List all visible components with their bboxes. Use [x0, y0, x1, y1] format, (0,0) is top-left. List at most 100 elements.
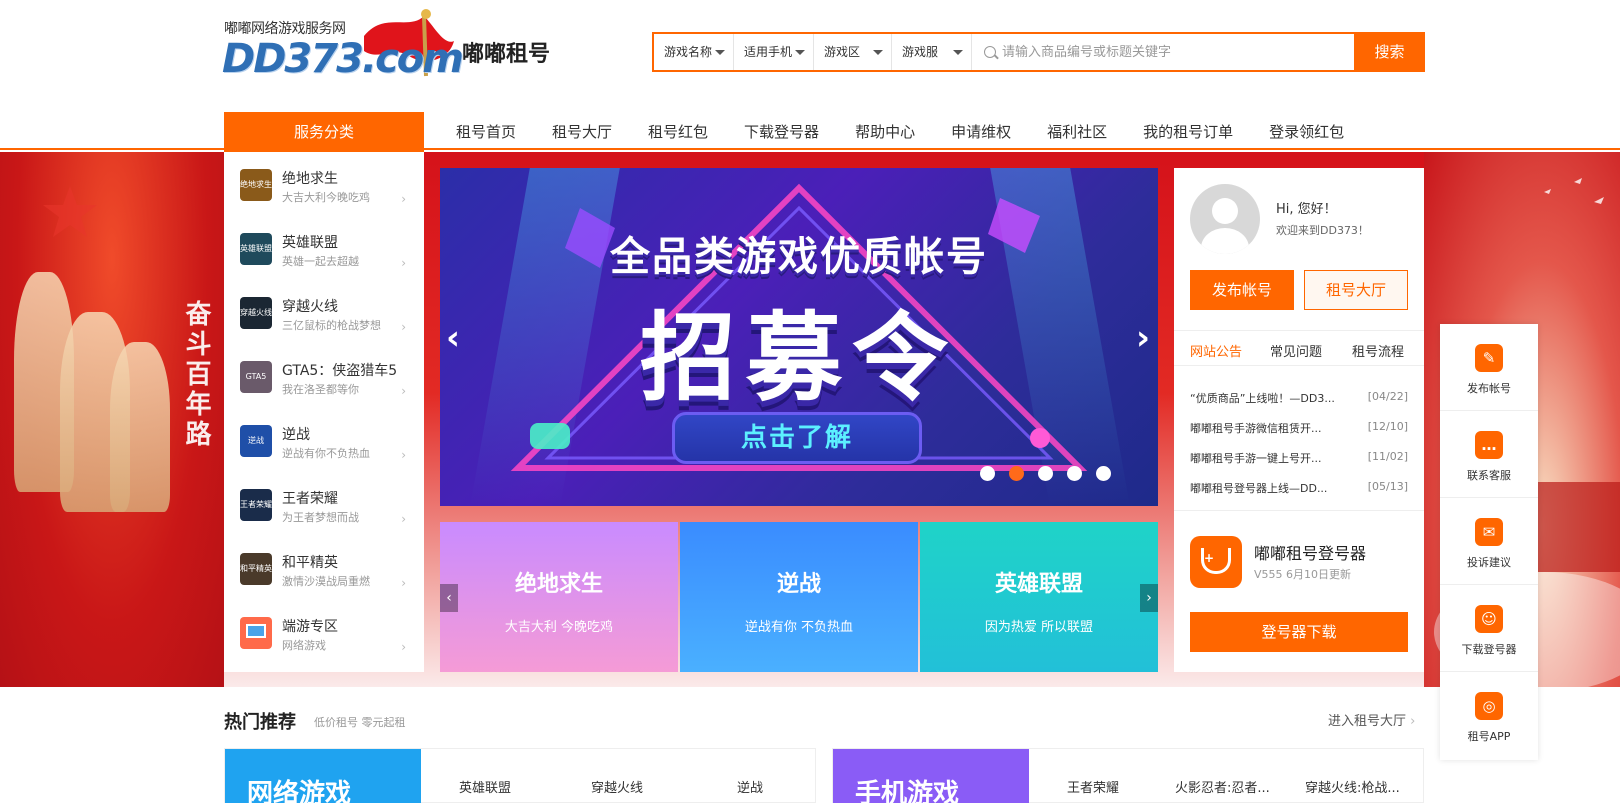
notice-date: [11/02]: [1367, 450, 1408, 463]
hot-link[interactable]: 穿越火线: [591, 777, 643, 796]
category-item[interactable]: 英雄联盟 英雄联盟 英雄一起去超越 ›: [224, 216, 424, 280]
notice-date: [04/22]: [1367, 390, 1408, 403]
chevron-right-icon[interactable]: ›: [1140, 584, 1158, 612]
filter-server[interactable]: 游戏服: [892, 34, 972, 70]
nav-rights-claim[interactable]: 申请维权: [933, 112, 1029, 152]
game-card-nizhan[interactable]: 逆战 逆战有你 不负热血: [680, 522, 918, 672]
filter-label: 适用手机: [744, 45, 793, 59]
game-card-lol[interactable]: 英雄联盟 因为热爱 所以联盟: [920, 522, 1158, 672]
logo-wordmark: DD373.com: [222, 36, 464, 82]
category-desc: 网络游戏: [282, 639, 326, 652]
category-item[interactable]: 穿越火线 穿越火线 三亿鼠标的枪战梦想 ›: [224, 280, 424, 344]
nav-download-login-tool[interactable]: 下载登号器: [726, 112, 837, 152]
carousel-dot-active[interactable]: [1009, 466, 1024, 481]
nav-welfare-community[interactable]: 福利社区: [1029, 112, 1125, 152]
search-box: 游戏名称 适用手机 游戏区 游戏服: [652, 32, 1425, 72]
chevron-right-icon[interactable]: ›: [1136, 318, 1150, 358]
filter-game-name[interactable]: 游戏名称: [654, 34, 734, 70]
float-contact-support[interactable]: … 联系客服: [1440, 411, 1538, 498]
more-link-label: 进入租号大厅: [1328, 714, 1407, 729]
game-thumbnail: 逆战: [240, 425, 272, 457]
monitor-icon: [240, 617, 272, 649]
search-icon: [984, 46, 996, 58]
category-name: 端游专区: [282, 619, 338, 635]
tab-announcements[interactable]: 网站公告: [1190, 341, 1242, 360]
chevron-left-icon[interactable]: ‹: [446, 318, 460, 358]
filter-region[interactable]: 游戏区: [814, 34, 892, 70]
float-rental-app[interactable]: ◎ 租号APP: [1440, 672, 1538, 759]
nav-red-packet[interactable]: 租号红包: [630, 112, 726, 152]
banner-carousel[interactable]: 全品类游戏优质帐号 招募令 点击了解 ‹ ›: [440, 168, 1158, 506]
chevron-right-icon: ›: [401, 576, 406, 590]
hot-section-title: 热门推荐: [224, 712, 296, 733]
hot-link[interactable]: 逆战: [737, 777, 763, 796]
filter-label: 游戏名称: [664, 45, 713, 59]
tab-rental-process[interactable]: 租号流程: [1352, 341, 1404, 360]
carousel-dot[interactable]: [1038, 466, 1053, 481]
nav-login-red-packet[interactable]: 登录领红包: [1251, 112, 1362, 152]
notice-date: [12/10]: [1367, 420, 1408, 433]
tab-faq[interactable]: 常见问题: [1270, 341, 1322, 360]
publish-account-button[interactable]: 发布帐号: [1190, 270, 1294, 310]
float-complaint[interactable]: ✉ 投诉建议: [1440, 498, 1538, 585]
notice-title: 嘟嘟租号手游一键上号开...: [1190, 452, 1322, 465]
category-item[interactable]: 端游专区 网络游戏 ›: [224, 600, 424, 664]
chevron-right-icon: ›: [401, 192, 406, 206]
rental-hall-button[interactable]: 租号大厅: [1304, 270, 1408, 310]
float-download-tool[interactable]: ☺ 下载登号器: [1440, 585, 1538, 672]
enter-rental-hall-link[interactable]: 进入租号大厅 ›: [1328, 710, 1415, 729]
carousel-dot[interactable]: [1096, 466, 1111, 481]
chevron-right-icon: ›: [401, 320, 406, 334]
chat-icon: …: [1475, 431, 1503, 459]
chevron-left-icon[interactable]: ‹: [440, 584, 458, 612]
filter-device[interactable]: 适用手机: [734, 34, 814, 70]
category-desc: 三亿鼠标的枪战梦想: [282, 319, 381, 332]
nav-home[interactable]: 租号首页: [438, 112, 534, 152]
chevron-right-icon: ›: [401, 448, 406, 462]
chevron-down-icon: [795, 50, 805, 55]
banner-big-text: 招募令: [640, 302, 958, 414]
service-category-tab[interactable]: 服务分类: [224, 112, 424, 152]
search-button[interactable]: 搜索: [1354, 32, 1425, 72]
hot-link[interactable]: 王者荣耀: [1067, 777, 1119, 796]
hot-link[interactable]: 火影忍者:忍者...: [1175, 777, 1270, 796]
category-item[interactable]: 和平精英 和平精英 激情沙漠战局重燃 ›: [224, 536, 424, 600]
category-name: 英雄联盟: [282, 235, 338, 251]
float-publish-account[interactable]: ✎ 发布帐号: [1440, 324, 1538, 411]
hot-tile[interactable]: 手机游戏: [833, 749, 1029, 803]
carousel-dot[interactable]: [980, 466, 995, 481]
app-icon: ◎: [1475, 692, 1503, 720]
notice-title: 嘟嘟租号手游微信租赁开...: [1190, 422, 1322, 435]
search-input[interactable]: [1002, 34, 1382, 70]
banner-headline: 全品类游戏优质帐号: [610, 234, 988, 280]
filter-label: 游戏区: [824, 45, 861, 59]
hot-tile[interactable]: 网络游戏: [225, 749, 421, 803]
nav-rental-hall[interactable]: 租号大厅: [534, 112, 630, 152]
category-desc: 为王者梦想而战: [282, 511, 359, 524]
category-name: 穿越火线: [282, 299, 338, 315]
category-name: GTA5：侠盗猎车5: [282, 363, 398, 379]
main-nav: 租号首页 租号大厅 租号红包 下载登号器 帮助中心 申请维权 福利社区 我的租号…: [438, 112, 1362, 152]
login-tool-app-icon: +: [1190, 536, 1242, 588]
category-item[interactable]: GTA5 GTA5：侠盗猎车5 我在洛圣都等你 ›: [224, 344, 424, 408]
nav-help-center[interactable]: 帮助中心: [837, 112, 933, 152]
category-item[interactable]: 王者荣耀 王者荣耀 为王者梦想而战 ›: [224, 472, 424, 536]
category-name: 绝地求生: [282, 171, 338, 187]
greeting-text: Hi, 您好！: [1276, 202, 1337, 217]
category-item[interactable]: 逆战 逆战 逆战有你不负热血 ›: [224, 408, 424, 472]
download-title: 嘟嘟租号登号器: [1254, 544, 1367, 563]
avatar[interactable]: [1190, 184, 1260, 254]
float-label: 下载登号器: [1461, 643, 1517, 656]
download-version: V555 6月10日更新: [1254, 568, 1352, 581]
hot-link[interactable]: 英雄联盟: [459, 777, 511, 796]
game-card-pubg[interactable]: 绝地求生 大吉大利 今晚吃鸡: [440, 522, 678, 672]
banner-cta-button[interactable]: 点击了解: [672, 412, 922, 464]
download-login-tool-button[interactable]: 登号器下载: [1190, 612, 1408, 652]
game-thumbnail: 穿越火线: [240, 297, 272, 329]
hot-link[interactable]: 穿越火线:枪战...: [1305, 777, 1400, 796]
carousel-dot[interactable]: [1067, 466, 1082, 481]
float-label: 租号APP: [1467, 730, 1511, 743]
nav-my-orders[interactable]: 我的租号订单: [1125, 112, 1251, 152]
brand-title: 嘟嘟租号: [462, 42, 551, 67]
category-item[interactable]: 绝地求生 绝地求生 大吉大利今晚吃鸡 ›: [224, 152, 424, 216]
